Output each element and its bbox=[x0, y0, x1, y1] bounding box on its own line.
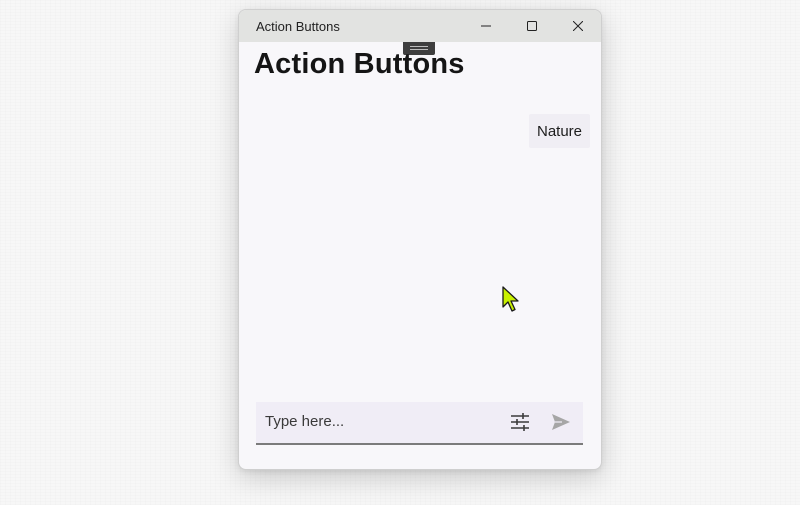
close-icon bbox=[573, 21, 583, 31]
send-button[interactable] bbox=[550, 411, 572, 433]
app-window: Action Buttons Action Buttons Nature Typ… bbox=[238, 9, 602, 470]
maximize-button[interactable] bbox=[509, 10, 555, 42]
filter-button[interactable] bbox=[509, 411, 531, 433]
window-title: Action Buttons bbox=[256, 19, 340, 34]
message-input[interactable] bbox=[265, 413, 485, 430]
chip-nature[interactable]: Nature bbox=[529, 114, 590, 148]
window-controls bbox=[463, 10, 601, 42]
maximize-icon bbox=[527, 21, 537, 31]
close-button[interactable] bbox=[555, 10, 601, 42]
send-icon bbox=[552, 414, 570, 430]
minimize-button[interactable] bbox=[463, 10, 509, 42]
minimize-icon bbox=[481, 25, 491, 27]
sliders-icon bbox=[511, 413, 529, 431]
mouse-cursor-icon bbox=[502, 286, 519, 312]
message-composer bbox=[256, 402, 583, 445]
page-title: Action Buttons bbox=[254, 48, 465, 80]
chip-label: Nature bbox=[536, 122, 583, 140]
title-bar[interactable]: Action Buttons bbox=[239, 10, 601, 42]
